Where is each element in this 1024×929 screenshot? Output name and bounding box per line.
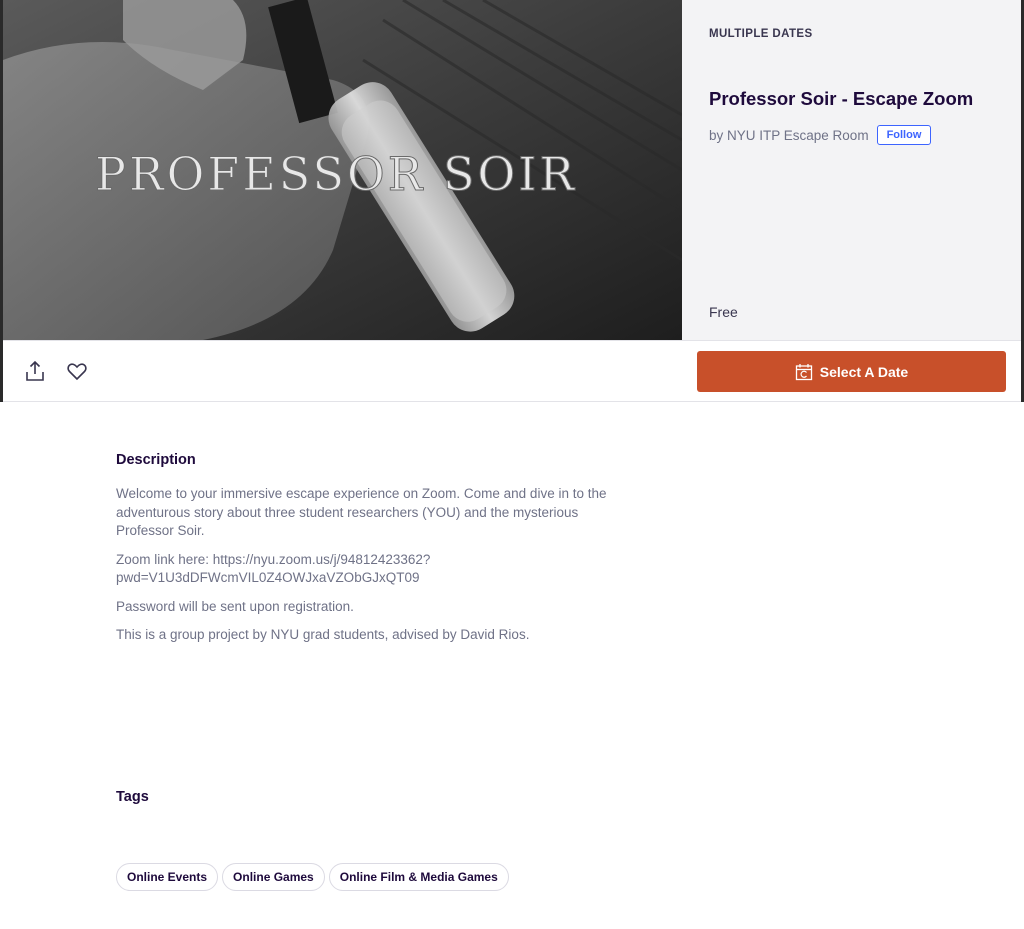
tag-list: Online Events Online Games Online Film &… xyxy=(116,863,509,891)
tag-online-events[interactable]: Online Events xyxy=(116,863,219,891)
tag-online-games[interactable]: Online Games xyxy=(222,863,325,891)
event-banner-image: PROFESSOR SOIR xyxy=(3,0,682,340)
banner-title-text: PROFESSOR SOIR xyxy=(95,147,577,201)
ticket-price: Free xyxy=(709,304,738,320)
description-body: Welcome to your immersive escape experie… xyxy=(116,485,616,655)
select-date-button[interactable]: Select A Date xyxy=(697,351,1006,392)
description-paragraph: This is a group project by NYU grad stud… xyxy=(116,627,530,642)
description-paragraph: Zoom link here: https://nyu.zoom.us/j/94… xyxy=(116,551,431,586)
action-bar: Select A Date xyxy=(3,340,1021,402)
event-summary-panel: MULTIPLE DATES Professor Soir - Escape Z… xyxy=(682,0,1021,340)
select-date-label: Select A Date xyxy=(819,363,909,380)
event-hero: PROFESSOR SOIR MULTIPLE DATES Professor … xyxy=(3,0,1021,340)
calendar-icon xyxy=(795,363,812,380)
tag-online-film-media-games[interactable]: Online Film & Media Games xyxy=(328,863,509,891)
tags-heading: Tags xyxy=(116,789,149,805)
event-details: Description Welcome to your immersive es… xyxy=(0,402,1024,929)
follow-button[interactable]: Follow xyxy=(876,125,932,145)
banner-photo: PROFESSOR SOIR xyxy=(3,0,682,340)
event-title: Professor Soir - Escape Zoom xyxy=(709,88,974,109)
share-icon[interactable] xyxy=(23,359,47,383)
description-paragraph: Welcome to your immersive escape experie… xyxy=(116,486,607,538)
organizer-row: by NYU ITP Escape Room Follow xyxy=(709,125,932,145)
heart-icon[interactable] xyxy=(65,359,89,383)
description-heading: Description xyxy=(116,452,196,468)
description-paragraph: Password will be sent upon registration. xyxy=(116,598,354,614)
dates-label: MULTIPLE DATES xyxy=(709,28,813,40)
organizer-name[interactable]: by NYU ITP Escape Room xyxy=(709,128,869,143)
